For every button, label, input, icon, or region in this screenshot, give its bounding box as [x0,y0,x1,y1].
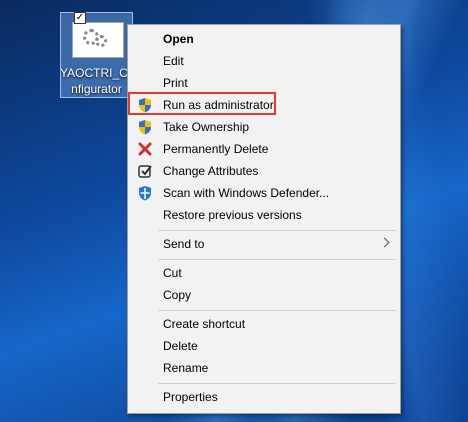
menu-item-label: Change Attributes [163,164,259,178]
menu-item-label: Print [163,76,188,90]
menu-item-label: Edit [163,54,184,68]
menu-item-create-shortcut[interactable]: Create shortcut [130,313,398,335]
menu-separator [158,383,396,384]
menu-item-rename[interactable]: Rename [130,357,398,379]
menu-item-print[interactable]: Print [130,72,398,94]
menu-item-label: Restore previous versions [163,208,302,222]
menu-item-cut[interactable]: Cut [130,262,398,284]
menu-separator [158,230,396,231]
menu-item-edit[interactable]: Edit [130,50,398,72]
menu-separator [158,310,396,311]
uac-shield-icon [139,98,151,113]
menu-item-delete[interactable]: Delete [130,335,398,357]
menu-item-label: Properties [163,390,218,404]
checklist-icon [138,165,152,178]
menu-item-send-to[interactable]: Send to [130,233,398,255]
menu-item-run-as-administrator[interactable]: Run as administrator [130,94,398,116]
menu-item-label: Cut [163,266,182,280]
windows-defender-icon [139,186,151,201]
desktop-file-label: YAOCTRI_Co nfigurator [60,66,133,96]
uac-shield-icon [139,120,151,135]
menu-item-label: Scan with Windows Defender... [163,186,330,200]
menu-item-label: Open [163,32,194,46]
menu-item-label: Rename [163,361,209,375]
gear-icon [95,35,107,47]
selection-checkbox[interactable]: ✓ [74,12,86,24]
menu-item-label: Copy [163,288,192,302]
menu-item-scan-windows-defender[interactable]: Scan with Windows Defender... [130,182,398,204]
red-x-icon [138,142,152,156]
menu-item-permanently-delete[interactable]: Permanently Delete [130,138,398,160]
menu-item-change-attributes[interactable]: Change Attributes [130,160,398,182]
menu-item-restore-previous-versions[interactable]: Restore previous versions [130,204,398,226]
menu-item-open[interactable]: Open [130,28,398,50]
menu-item-label: Run as administrator [163,98,274,112]
menu-item-label: Take Ownership [163,120,250,134]
menu-item-label: Delete [163,339,198,353]
menu-item-take-ownership[interactable]: Take Ownership [130,116,398,138]
menu-item-label: Create shortcut [163,317,246,331]
context-menu: Open Edit Print Run as administrator Tak… [127,24,401,414]
chevron-right-icon [379,237,390,248]
menu-item-copy[interactable]: Copy [130,284,398,306]
menu-item-label: Send to [163,237,205,251]
menu-item-label: Permanently Delete [163,142,269,156]
menu-item-properties[interactable]: Properties [130,386,398,408]
menu-separator [158,259,396,260]
file-thumbnail-icon [72,22,124,58]
